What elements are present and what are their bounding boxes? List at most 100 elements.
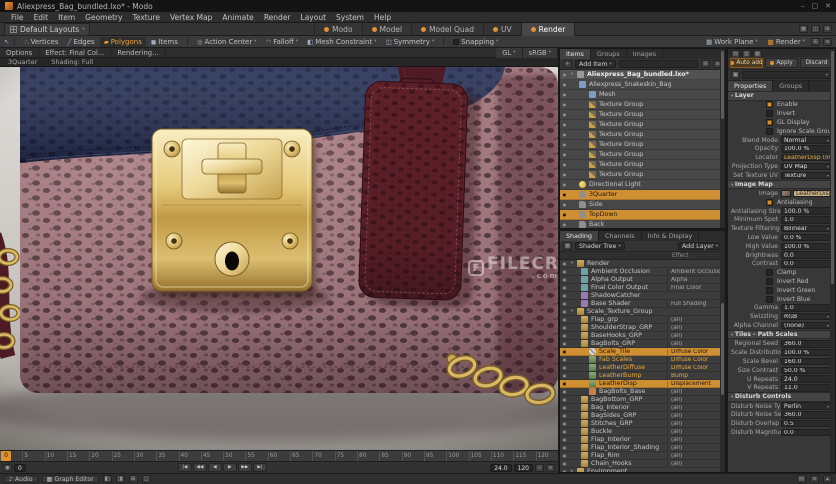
visibility-icon[interactable]: ●	[560, 461, 569, 466]
property-row[interactable]: Disturb Magnitude 0.0	[728, 428, 835, 437]
transport-button[interactable]: ◀	[207, 463, 222, 472]
visibility-icon[interactable]: ●	[560, 277, 569, 282]
expand-icon[interactable]: ▾	[569, 72, 577, 77]
expand-icon[interactable]: ▾	[569, 82, 581, 87]
visibility-icon[interactable]: ●	[560, 317, 569, 322]
visibility-icon[interactable]: ●	[560, 469, 569, 472]
tool-dropdown[interactable]: ◫ Symmetry ▾	[382, 37, 439, 47]
transport-button[interactable]: ▶	[222, 463, 237, 472]
expand-icon[interactable]: ▸	[569, 397, 583, 402]
timeline-playhead[interactable]: 0	[1, 451, 11, 461]
loop-icon[interactable]: ⊙	[535, 463, 544, 472]
layer-effect[interactable]: Ambient Occlusion	[667, 268, 723, 275]
property-value[interactable]: RGB	[781, 313, 832, 321]
current-frame-field[interactable]: 0	[14, 463, 26, 472]
expand-icon[interactable]: ▸	[569, 469, 577, 472]
items-scrollbar[interactable]	[720, 49, 725, 228]
shader-layer-row[interactable]: ● ▾ BagBolts_GRP (all)	[560, 340, 725, 348]
visibility-icon[interactable]: ●	[560, 269, 569, 274]
shader-layer-row[interactable]: ● ▸ BaseHooks_GRP (all)	[560, 332, 725, 340]
expand-icon[interactable]: ▸	[569, 437, 583, 442]
layer-effect[interactable]: (all)	[667, 444, 723, 451]
visibility-icon[interactable]: ●	[560, 445, 569, 450]
property-checkbox[interactable]	[766, 118, 773, 126]
expand-icon[interactable]: ▸	[569, 317, 583, 322]
expand-icon[interactable]: ▸	[569, 333, 583, 338]
property-row[interactable]: Opacity 100.0 %	[728, 144, 835, 153]
tool-dropdown[interactable]: ◠ Falloff ▾	[262, 37, 303, 47]
menu-item[interactable]: Layout	[296, 13, 332, 22]
shader-layer-row[interactable]: ● BagBolts_Base (all)	[560, 388, 725, 396]
visibility-icon[interactable]: ●	[560, 421, 569, 426]
property-row[interactable]: Minimum Spot 1.0	[728, 216, 835, 225]
visibility-icon[interactable]: ●	[560, 72, 569, 77]
property-row[interactable]: Clamp	[728, 268, 835, 277]
expand-icon[interactable]: ▸	[569, 413, 583, 418]
shader-layer-row[interactable]: ● Base Shader Full Shading	[560, 300, 725, 308]
fullscreen-icon[interactable]: ⊞	[822, 25, 832, 33]
visibility-icon[interactable]: ●	[560, 92, 569, 97]
property-checkbox[interactable]	[766, 198, 773, 206]
default-layouts-dropdown[interactable]: Default Layouts ▾	[4, 22, 91, 36]
property-row[interactable]: Scale Distribution 100.0 %	[728, 348, 835, 357]
visibility-icon[interactable]: ●	[560, 429, 569, 434]
expand-icon[interactable]: ▸	[569, 172, 591, 177]
item-row[interactable]: ● ▾ Aliexpress_Bag_bundled.lxo*	[560, 70, 725, 80]
property-value[interactable]: 1.0	[781, 304, 832, 312]
layer-effect[interactable]: (all)	[667, 316, 723, 323]
property-value[interactable]: 360.0	[781, 411, 832, 419]
shader-layer-row[interactable]: ● ▸ BagSides_GRP (all)	[560, 412, 725, 420]
item-row[interactable]: ● ▸ Texture Group	[560, 160, 725, 170]
expand-icon[interactable]: ▸	[569, 152, 591, 157]
property-row[interactable]: Invert Green	[728, 286, 835, 295]
expand-icon[interactable]: ▾	[569, 261, 577, 266]
tool-dropdown[interactable]: ◎ Action Center ▾	[193, 37, 261, 47]
property-checkbox[interactable]	[766, 278, 773, 286]
property-row[interactable]: Alpha Channel (none)	[728, 321, 835, 330]
visibility-icon[interactable]: ●	[560, 325, 569, 330]
item-row[interactable]: ● ▸ Texture Group	[560, 100, 725, 110]
menu-item[interactable]: File	[6, 13, 29, 22]
property-row[interactable]: Gamma 1.0	[728, 304, 835, 313]
layout-tab[interactable]: Model Quad	[411, 22, 483, 36]
layer-effect[interactable]: Alpha	[667, 276, 723, 283]
layer-effect[interactable]: (all)	[667, 404, 723, 411]
shading-panel-tab[interactable]: Channels	[599, 231, 642, 241]
layer-effect[interactable]: (all)	[667, 388, 723, 395]
item-row[interactable]: ● Side	[560, 200, 725, 210]
selection-mode-button[interactable]: ◼ Items	[147, 37, 182, 47]
property-value[interactable]: 24.0	[781, 375, 832, 383]
menu-item[interactable]: System	[331, 13, 369, 22]
property-row[interactable]: Layer	[728, 91, 835, 101]
property-value[interactable]: 360.0	[781, 340, 832, 348]
layer-effect[interactable]: (all)	[667, 460, 723, 467]
bottom-right-icon[interactable]: ≡	[810, 475, 819, 483]
visibility-icon[interactable]: ●	[560, 112, 569, 117]
property-row[interactable]: Locator LeatherDisp (Image)	[728, 153, 835, 162]
expand-icon[interactable]: ▸	[569, 122, 591, 127]
viewport-rendering-button[interactable]: Rendering...	[111, 47, 166, 58]
layer-effect[interactable]: Displacement	[667, 380, 723, 387]
shader-layer-row[interactable]: ● ▸ ShoulderStrap_GRP (all)	[560, 324, 725, 332]
expand-icon[interactable]: ▸	[569, 102, 591, 107]
property-value[interactable]: 0.0	[781, 428, 832, 437]
visibility-icon[interactable]: ●	[560, 192, 569, 197]
cursor-tool-icon[interactable]: ↖	[4, 38, 9, 46]
shader-layer-row[interactable]: ● ▾ Render	[560, 260, 725, 268]
shader-layer-row[interactable]: ● ▸ Chain_Hooks (all)	[560, 460, 725, 468]
property-value[interactable]: 160.0	[781, 357, 832, 366]
item-row[interactable]: ● TopDown	[560, 210, 725, 220]
apply-button[interactable]: Apply	[765, 58, 798, 68]
shading-panel-tab[interactable]: Info & Display	[642, 231, 700, 241]
keyframe-icon[interactable]: ◆	[3, 463, 12, 472]
item-row[interactable]: ● ▸ Texture Group	[560, 110, 725, 120]
item-row[interactable]: ● ▸ Texture Group	[560, 120, 725, 130]
property-row[interactable]: Antialiasing Strength 100.0 %	[728, 207, 835, 216]
property-row[interactable]: Image LeatherDisp	[728, 189, 835, 198]
layer-effect[interactable]: Diffuse Color	[667, 348, 723, 355]
property-row[interactable]: Brightness 0.0	[728, 251, 835, 260]
layer-effect[interactable]: (all)	[667, 340, 723, 347]
timeline-ruler[interactable]: 0510152025303540455055606570758085909510…	[0, 450, 558, 461]
auto-add-button[interactable]: Auto add	[730, 58, 763, 68]
discard-button[interactable]: Discard	[800, 58, 833, 68]
